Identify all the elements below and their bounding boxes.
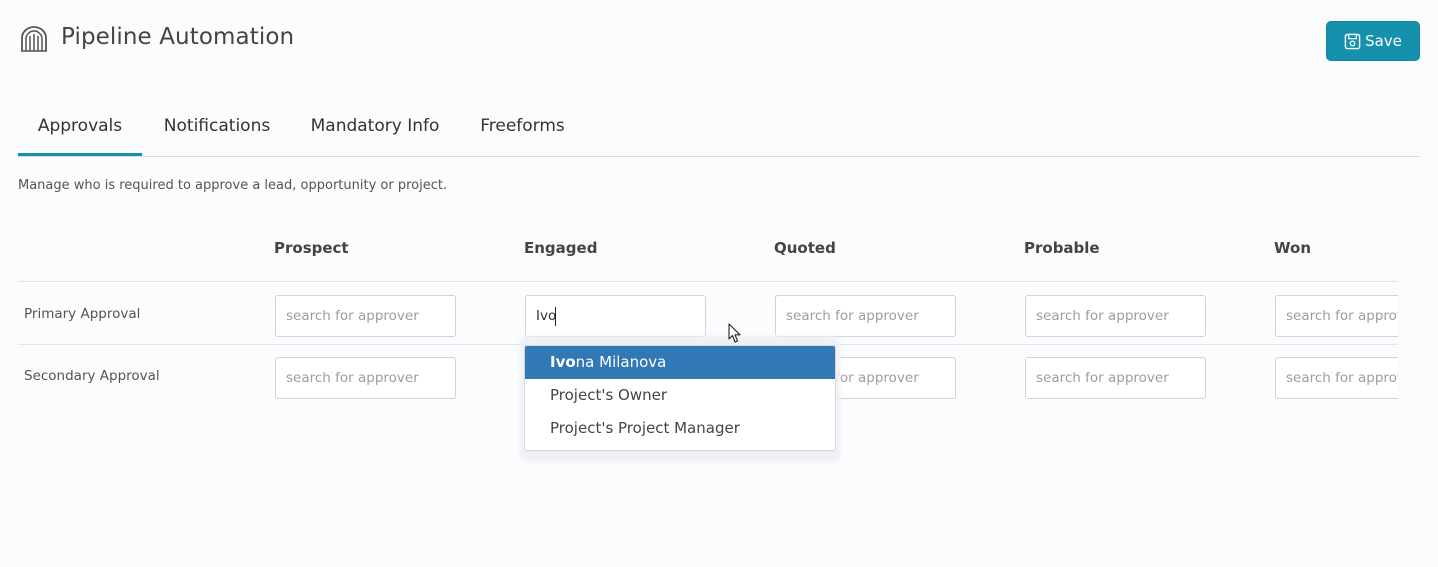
- suggestion-text: Project's Project Manager: [550, 419, 740, 437]
- suggestion-rest-text: na Milanova: [575, 353, 667, 371]
- primary-probable-approver-input[interactable]: [1025, 295, 1206, 337]
- stage-header-quoted: Quoted: [774, 239, 836, 257]
- primary-engaged-approver-input[interactable]: [525, 295, 706, 337]
- suggestion-text: Project's Owner: [550, 386, 668, 404]
- text-caret: [555, 307, 556, 326]
- stage-header-prospect: Prospect: [274, 239, 349, 257]
- row-label-primary-approval: Primary Approval: [24, 306, 141, 322]
- primary-quoted-approver-input[interactable]: [775, 295, 956, 337]
- row-divider: [18, 281, 1398, 282]
- approver-suggestions-dropdown: Ivona Milanova Project's Owner Project's…: [524, 345, 836, 451]
- approval-grid: Prospect Engaged Quoted Probable Won Pri…: [0, 0, 1398, 567]
- row-label-secondary-approval: Secondary Approval: [24, 368, 160, 384]
- primary-prospect-approver-input[interactable]: [275, 295, 456, 337]
- suggestion-ivona-milanova[interactable]: Ivona Milanova: [525, 346, 835, 379]
- stage-header-probable: Probable: [1024, 239, 1100, 257]
- suggestion-match-text: Ivo: [550, 353, 576, 371]
- stage-header-engaged: Engaged: [524, 239, 598, 257]
- pipeline-automation-page: Pipeline Automation Save Approvals Notif…: [0, 0, 1438, 567]
- secondary-probable-approver-input[interactable]: [1025, 357, 1206, 399]
- suggestion-projects-project-manager[interactable]: Project's Project Manager: [525, 412, 835, 445]
- mouse-pointer-icon: [728, 323, 741, 343]
- secondary-won-approver-input[interactable]: [1275, 357, 1398, 399]
- suggestion-projects-owner[interactable]: Project's Owner: [525, 379, 835, 412]
- primary-won-approver-input[interactable]: [1275, 295, 1398, 337]
- secondary-prospect-approver-input[interactable]: [275, 357, 456, 399]
- stage-header-won: Won: [1274, 239, 1311, 257]
